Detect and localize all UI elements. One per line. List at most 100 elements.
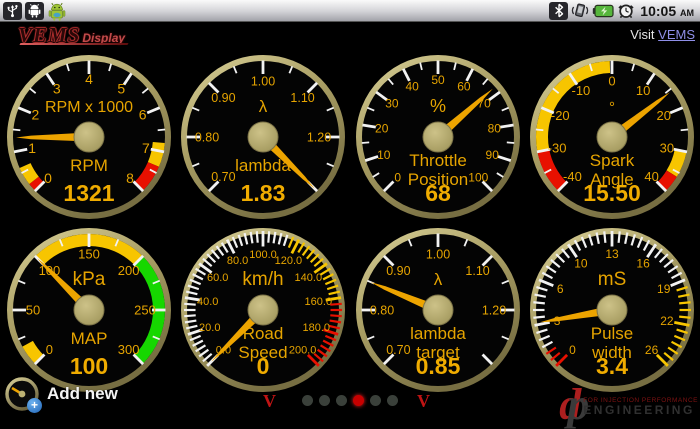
scale-label: 10 [574,257,588,271]
scale-label: 80 [488,121,502,135]
page-dot[interactable] [319,395,330,406]
scale-label: 19 [657,282,671,296]
scale-label: 6 [139,107,147,123]
gauge-spark-angle[interactable]: -40-30-20-10010203040°SparkAngle15.50 [529,54,695,220]
scale-label: 180.0 [302,322,330,334]
scale-label: 90 [486,148,500,162]
gauge-value: 3.4 [596,353,628,379]
gauge-value: 0 [257,353,270,379]
gauge-name: Pulse [591,324,634,343]
scale-label: 0 [394,171,401,185]
gauge-unit: % [430,96,446,116]
gauge-hub [74,122,104,152]
scale-label: 2 [32,107,40,123]
page-dot[interactable] [302,395,313,406]
gauge-value: 1.83 [241,180,286,206]
scale-label: 50 [26,303,40,318]
gauge-value: 0.85 [416,353,461,379]
scale-label: 40 [405,79,419,93]
scale-label: 120.0 [275,255,303,267]
scale-label: 1 [28,140,36,156]
scale-label: 80.0 [227,255,248,267]
gauge-lambda[interactable]: 0.700.800.901.001.101.20λlambda1.83 [180,54,346,220]
scale-label: 0 [608,74,615,89]
page-dot[interactable] [370,395,381,406]
gauge-grid: 012345678RPM x 1000RPM13210.700.800.901.… [0,0,700,420]
gauge-unit: ° [609,99,615,116]
scale-label: 1.20 [482,303,506,317]
add-new-label: Add new [47,384,118,404]
scale-label: 1.00 [251,74,275,88]
scale-label: 40.0 [197,296,218,308]
scale-label: 100 [468,171,488,185]
scale-label: 1.00 [426,247,450,261]
gauge-name: lambda [410,324,466,343]
scale-label: 60 [457,79,471,93]
scale-label: -30 [548,140,567,155]
scale-label: 0.90 [386,264,410,278]
scale-label: 50 [431,73,445,87]
page-dots [302,395,398,406]
gauge-hub [423,295,453,325]
scale-label: 10 [636,83,650,98]
gauge-hub [248,295,278,325]
scale-label: 40 [644,169,658,184]
gauge-hub [597,295,627,325]
scale-label: 60.0 [207,272,228,284]
scale-label: 30 [385,97,399,111]
warning-band [25,166,34,181]
scale-label: 300 [118,342,140,357]
scale-label: 20.0 [199,322,220,334]
dp-name: ENGINEERING [583,404,698,416]
gauge-throttle-position[interactable]: 0102030405060708090100%ThrottlePosition6… [355,54,521,220]
gauge-lambda-target[interactable]: 0.700.800.901.001.101.20λlambdatarget0.8… [355,227,521,393]
add-new-button[interactable]: + Add new [5,377,118,411]
gauge-unit: λ [259,97,268,116]
gauge-value: 100 [70,353,108,379]
scale-label: 140.0 [295,272,323,284]
scale-label: 200 [118,263,140,278]
gauge-hub [74,295,104,325]
gauge-road-speed[interactable]: 0.020.040.060.080.0100.0120.0140.0160.01… [180,227,346,393]
gauge-value: 1321 [63,180,114,206]
page-dot[interactable] [336,395,347,406]
gauge-hub [597,122,627,152]
scale-label: 3 [53,81,61,97]
scale-label: 250 [134,303,156,318]
scale-label: 0 [44,170,52,186]
scale-label: 0.70 [386,343,410,357]
scale-label: 22 [660,314,674,328]
scale-label: 150 [78,247,100,262]
scale-label: 4 [85,71,93,87]
scale-label: 16 [636,257,650,271]
scale-label: 1.20 [307,130,331,144]
add-gauge-icon: + [5,377,39,411]
page-dot[interactable] [353,395,364,406]
scale-label: -20 [551,108,570,123]
page-dot[interactable] [387,395,398,406]
gauge-rpm[interactable]: 012345678RPM x 1000RPM1321 [6,54,172,220]
dp-engineering-logo: d p FOR INJECTION PERFORMANCE ENGINEERIN… [559,387,698,422]
scale-label: 13 [605,247,619,261]
scale-label: 1.10 [290,91,314,105]
scale-label: 0 [569,343,576,357]
gauge-hub [248,122,278,152]
scale-label: 100.0 [249,249,277,261]
gauge-map[interactable]: 050100150200250300kPaMAP100 [6,227,172,393]
scale-label: 0.80 [370,303,394,317]
gauge-name: Spark [590,151,635,170]
scale-label: 0.80 [195,130,219,144]
gauge-unit: km/h [242,269,283,290]
gauge-pulse-width[interactable]: 036101316192226mSPulsewidth3.4 [529,227,695,393]
scale-label: 160.0 [305,296,333,308]
v-mark: V [263,391,276,412]
scale-label: 6 [557,282,564,296]
gauge-name: RPM [70,156,108,175]
gauge-unit: λ [434,270,443,289]
scale-label: 200.0 [289,344,317,356]
gauge-value: 15.50 [583,180,641,206]
plus-icon: + [27,398,42,413]
gauge-value: 68 [425,180,451,206]
gauge-name: Throttle [409,151,467,170]
gauge-unit: RPM x 1000 [45,99,133,116]
